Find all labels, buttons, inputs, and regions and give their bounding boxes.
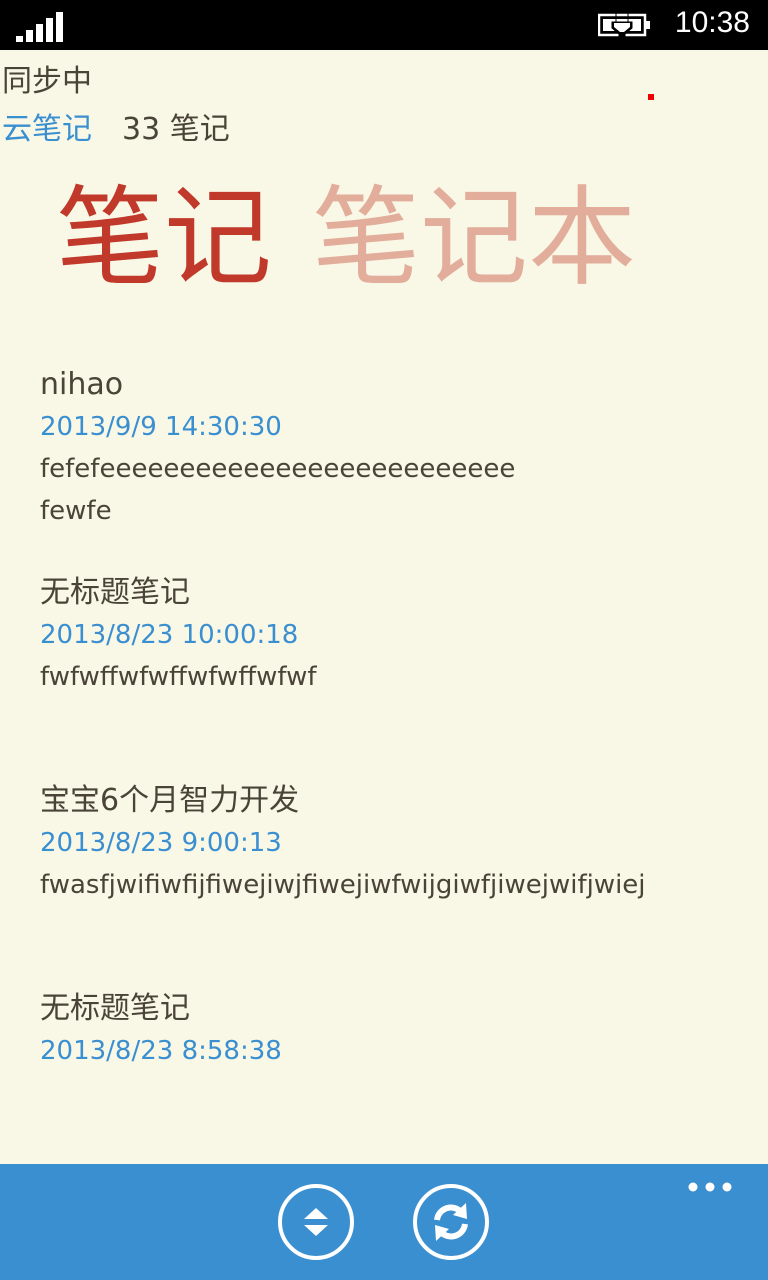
note-item[interactable]: 无标题笔记 2013/8/23 8:58:38 — [40, 988, 740, 1072]
note-item[interactable]: 无标题笔记 2013/8/23 10:00:18 fwfwffwfwffwfwf… — [40, 572, 740, 698]
tab-notebooks[interactable]: 笔记本 — [312, 176, 636, 301]
note-preview: fwfwffwfwffwfwffwfwf — [40, 662, 317, 692]
sort-button[interactable] — [278, 1184, 354, 1260]
note-date: 2013/8/23 9:00:13 — [40, 828, 282, 858]
sync-icon — [434, 1203, 468, 1241]
more-dots-icon[interactable] — [688, 1180, 734, 1194]
clock: 10:38 — [674, 6, 750, 39]
sync-indicator-dot — [648, 94, 654, 100]
battery-charging-icon — [598, 13, 650, 38]
header-row: 云笔记 33 笔记 — [2, 104, 230, 148]
note-title: 无标题笔记 — [40, 991, 190, 1026]
note-title: nihao — [40, 367, 124, 402]
note-preview: fwasfjwifiwfijfiwejiwjfiwejiwfwijgiwfjiw… — [40, 870, 646, 900]
sync-status: 同步中 — [2, 64, 92, 99]
status-bar: 10:38 — [0, 0, 768, 50]
sort-icon — [304, 1208, 328, 1236]
note-title: 宝宝6个月智力开发 — [40, 783, 300, 818]
app-bar — [0, 1164, 768, 1280]
note-item[interactable]: 宝宝6个月智力开发 2013/8/23 9:00:13 fwasfjwifiwf… — [40, 780, 740, 906]
sync-button[interactable] — [413, 1184, 489, 1260]
note-date: 2013/9/9 14:30:30 — [40, 412, 282, 442]
pivot-header: 笔记 笔记本 — [56, 174, 636, 304]
tab-notes[interactable]: 笔记 — [56, 176, 272, 301]
signal-icon — [16, 12, 63, 42]
note-preview: fefefeeeeeeeeeeeeeeeeeeeeeeeeee fewfe — [40, 454, 516, 526]
note-date: 2013/8/23 8:58:38 — [40, 1036, 282, 1066]
note-title: 无标题笔记 — [40, 575, 190, 610]
app-name: 云笔记 — [2, 112, 92, 147]
note-date: 2013/8/23 10:00:18 — [40, 620, 299, 650]
note-count: 33 笔记 — [122, 112, 230, 147]
note-item[interactable]: nihao 2013/9/9 14:30:30 fefefeeeeeeeeeee… — [40, 364, 740, 532]
